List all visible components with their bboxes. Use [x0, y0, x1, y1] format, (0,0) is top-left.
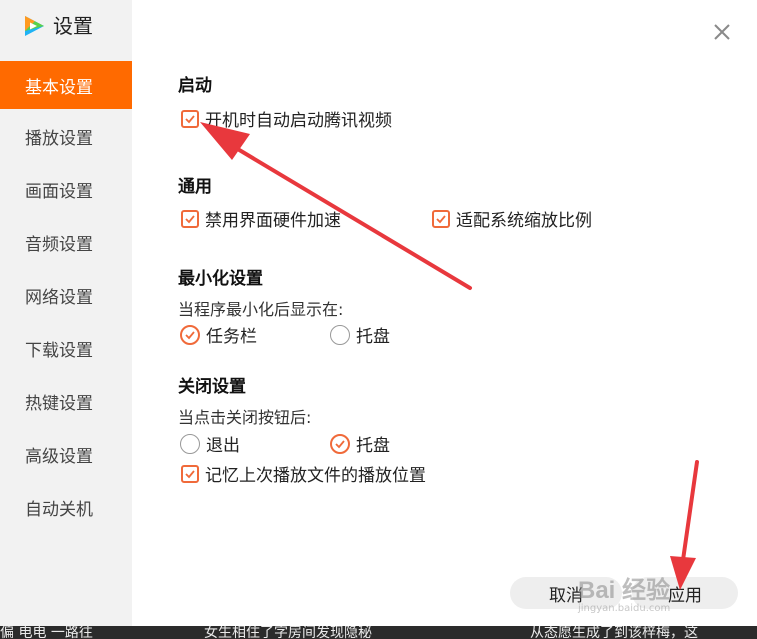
sidebar-item-download[interactable]: 下载设置 — [0, 324, 132, 372]
sidebar-item-label: 自动关机 — [25, 499, 93, 520]
sidebar-item-label: 下载设置 — [25, 340, 93, 361]
disable-hw-accel-checkbox[interactable]: 禁用界面硬件加速 — [181, 206, 341, 231]
watermark-subtext: jingyan.baidu.com — [578, 603, 671, 614]
radio-label: 任务栏 — [206, 327, 257, 347]
sidebar-item-label: 画面设置 — [25, 181, 93, 202]
caption-fragment: 偏 电电 一路往 — [0, 626, 93, 639]
system-scaling-checkbox[interactable]: 适配系统缩放比例 — [432, 206, 592, 231]
sidebar-item-hotkey[interactable]: 热键设置 — [0, 377, 132, 425]
section-title-minimize: 最小化设置 — [178, 269, 263, 289]
tencent-video-play-icon — [25, 16, 44, 36]
section-title-general: 通用 — [178, 177, 212, 197]
checkbox-label: 开机时自动启动腾讯视频 — [205, 111, 392, 131]
apply-button-label: 应用 — [668, 585, 702, 606]
app-title: 设置 — [53, 14, 93, 38]
radio-label: 托盘 — [356, 327, 390, 347]
watermark-text: Bai 经验 — [578, 577, 671, 604]
section-title-close: 关闭设置 — [178, 377, 246, 397]
sidebar-item-label: 高级设置 — [25, 446, 93, 467]
close-tray-radio[interactable]: 托盘 — [330, 431, 390, 456]
checkbox-checked-icon — [181, 464, 199, 483]
sidebar-item-audio[interactable]: 音频设置 — [0, 218, 132, 266]
minimize-tray-radio[interactable]: 托盘 — [330, 322, 390, 347]
close-subtitle: 当点击关闭按钮后: — [178, 408, 312, 427]
app-title-bar: 设置 — [0, 0, 132, 52]
radio-unselected-icon — [330, 324, 350, 345]
checkbox-label: 禁用界面硬件加速 — [205, 211, 341, 231]
checkbox-checked-icon — [432, 209, 450, 228]
autostart-checkbox[interactable]: 开机时自动启动腾讯视频 — [181, 106, 392, 131]
radio-selected-icon — [330, 433, 350, 454]
checkbox-label: 记忆上次播放文件的播放位置 — [205, 466, 426, 486]
sidebar: 设置 基本设置 播放设置 画面设置 音频设置 网络设置 下载设置 热键设置 高级… — [0, 0, 132, 639]
remember-position-checkbox[interactable]: 记忆上次播放文件的播放位置 — [181, 461, 426, 486]
minimize-subtitle: 当程序最小化后显示在: — [178, 300, 344, 319]
sidebar-item-label: 网络设置 — [25, 287, 93, 308]
sidebar-item-label: 基本设置 — [25, 77, 93, 98]
sidebar-item-network[interactable]: 网络设置 — [0, 271, 132, 319]
radio-unselected-icon — [180, 433, 200, 454]
close-icon[interactable] — [710, 20, 734, 44]
sidebar-item-picture[interactable]: 画面设置 — [0, 165, 132, 213]
baidu-jingyan-watermark: Bai 经验 jingyan.baidu.com — [578, 570, 670, 614]
sidebar-item-auto-shutdown[interactable]: 自动关机 — [0, 483, 132, 531]
checkbox-checked-icon — [181, 109, 199, 128]
caption-fragment: 女生相住了字房间发现隐秘 — [204, 626, 372, 639]
minimize-taskbar-radio[interactable]: 任务栏 — [180, 322, 257, 347]
sidebar-item-basic[interactable]: 基本设置 — [0, 61, 132, 109]
sidebar-item-advanced[interactable]: 高级设置 — [0, 430, 132, 478]
caption-fragment: 从态愿生成了到该梓梅，这 — [530, 626, 698, 639]
close-exit-radio[interactable]: 退出 — [180, 431, 240, 456]
radio-selected-icon — [180, 324, 200, 345]
checkbox-label: 适配系统缩放比例 — [456, 211, 592, 231]
sidebar-item-playback[interactable]: 播放设置 — [0, 112, 132, 160]
sidebar-item-label: 热键设置 — [25, 393, 93, 414]
radio-label: 退出 — [206, 436, 240, 456]
section-title-startup: 启动 — [178, 76, 212, 96]
sidebar-item-label: 播放设置 — [25, 128, 93, 149]
checkbox-checked-icon — [181, 209, 199, 228]
radio-label: 托盘 — [356, 436, 390, 456]
background-caption-strip: 偏 电电 一路往 女生相住了字房间发现隐秘 从态愿生成了到该梓梅，这 — [0, 626, 757, 639]
sidebar-item-label: 音频设置 — [25, 234, 93, 255]
